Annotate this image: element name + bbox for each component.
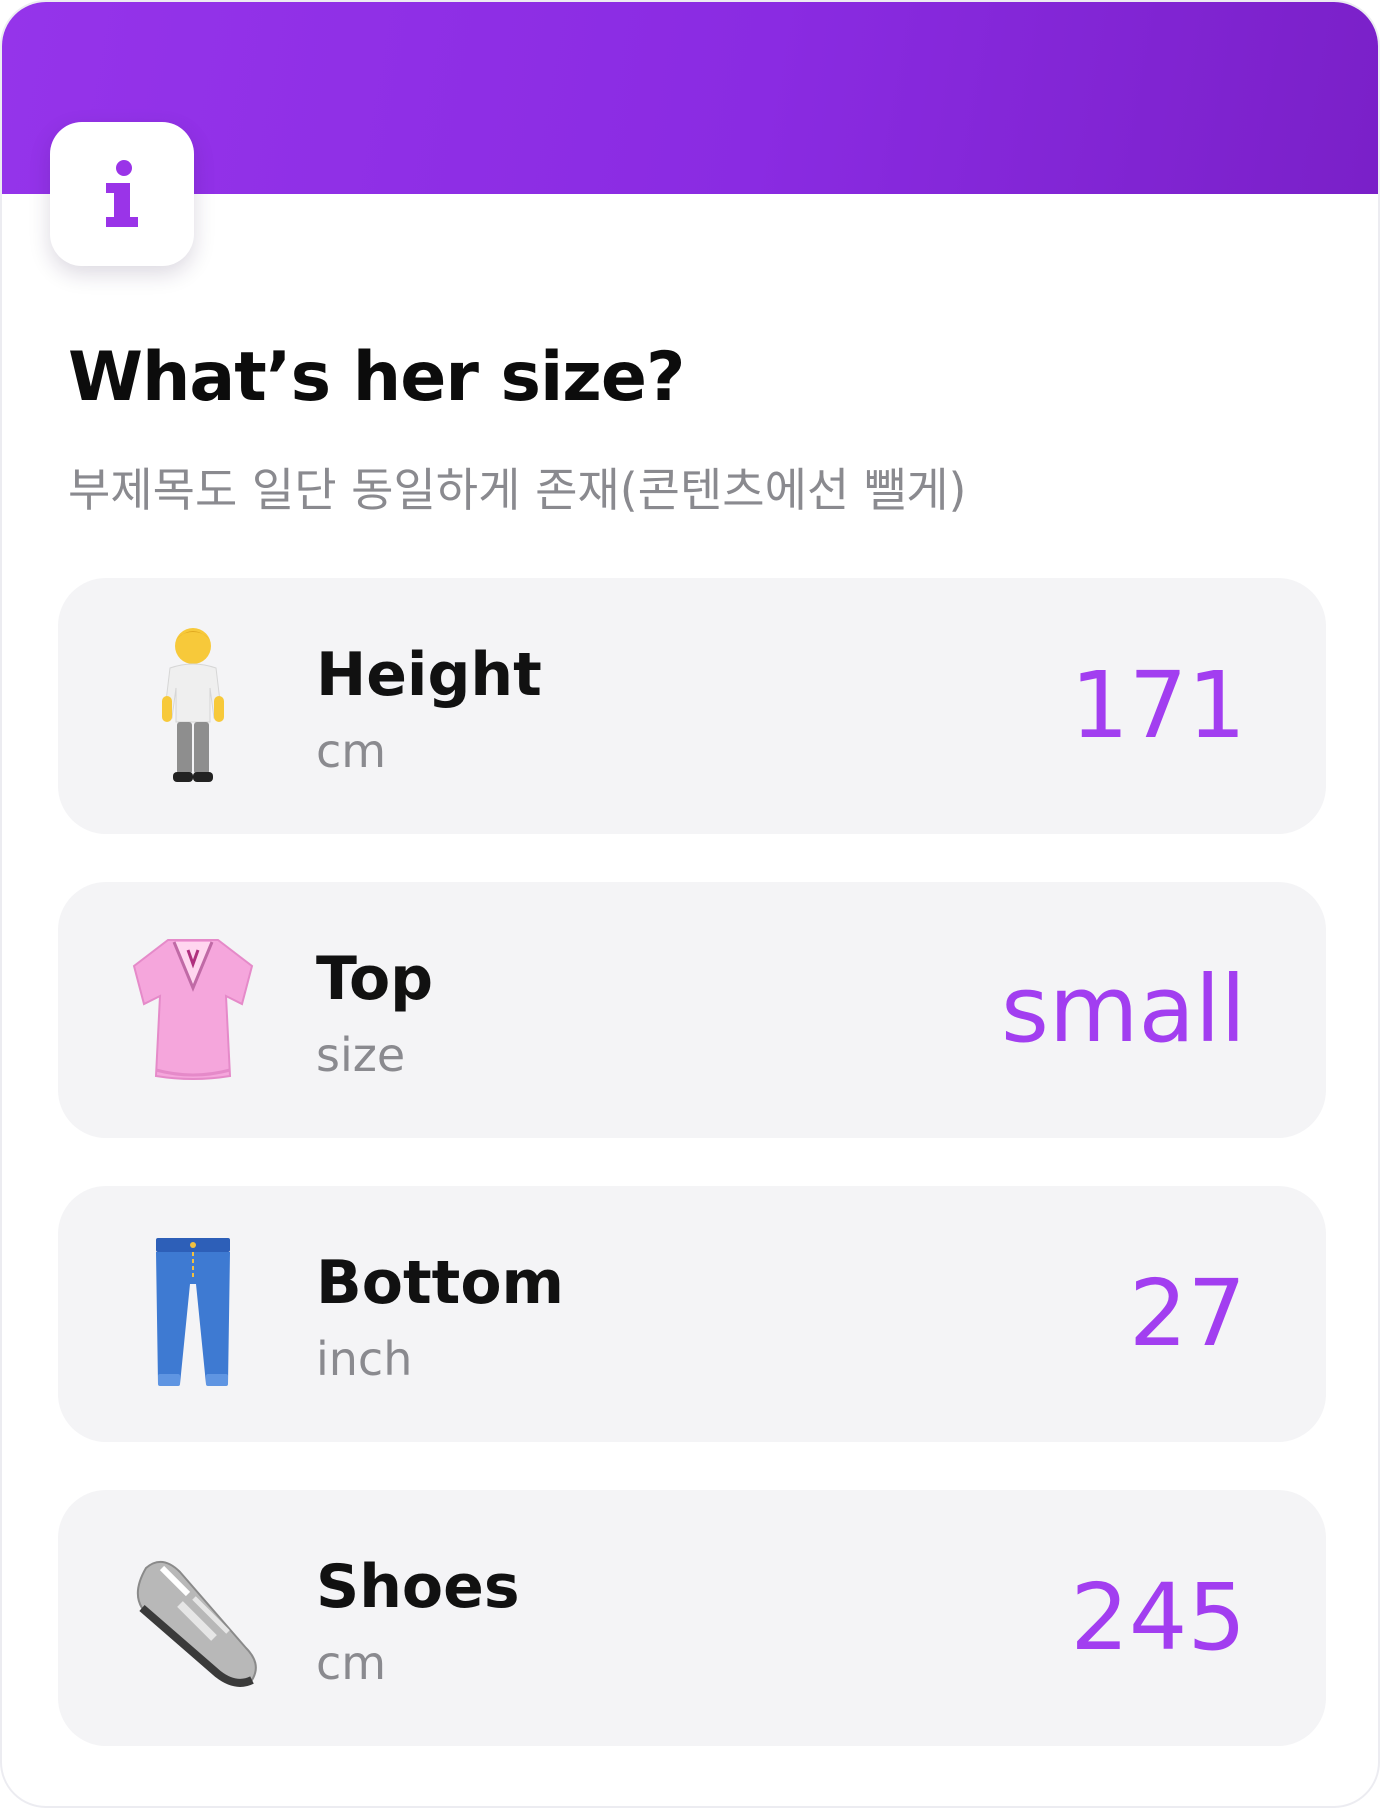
size-value: 171 [1070,652,1246,759]
info-icon [106,160,138,227]
size-label: Top [316,944,434,1014]
size-value: 245 [1070,1564,1246,1671]
size-row-top[interactable]: Top size small [58,882,1326,1138]
size-label: Height [316,640,542,710]
size-row-height[interactable]: Height cm 171 [58,578,1326,834]
header-band [2,2,1378,194]
size-info-card: What’s her size? 부제목도 일단 동일하게 존재(콘텐츠에선 뺄… [0,0,1380,1808]
size-row-bottom[interactable]: Bottom inch 27 [58,1186,1326,1442]
size-value: small [1000,956,1246,1063]
blouse-icon [118,930,268,1090]
page-subtitle: 부제목도 일단 동일하게 존재(콘텐츠에선 뺄게) [68,463,967,517]
jeans-icon [118,1234,268,1394]
size-unit: cm [316,1636,387,1690]
person-standing-icon [118,626,268,786]
sneaker-icon [118,1538,268,1698]
size-unit: cm [316,724,387,778]
size-list: Height cm 171 Top size small Bottom inch… [58,578,1326,1794]
size-value: 27 [1128,1260,1246,1367]
size-row-shoes[interactable]: Shoes cm 245 [58,1490,1326,1746]
size-unit: inch [316,1332,413,1386]
info-badge [50,122,194,266]
size-unit: size [316,1028,406,1082]
size-label: Bottom [316,1248,565,1318]
page-title: What’s her size? [68,338,685,417]
size-label: Shoes [316,1552,520,1622]
